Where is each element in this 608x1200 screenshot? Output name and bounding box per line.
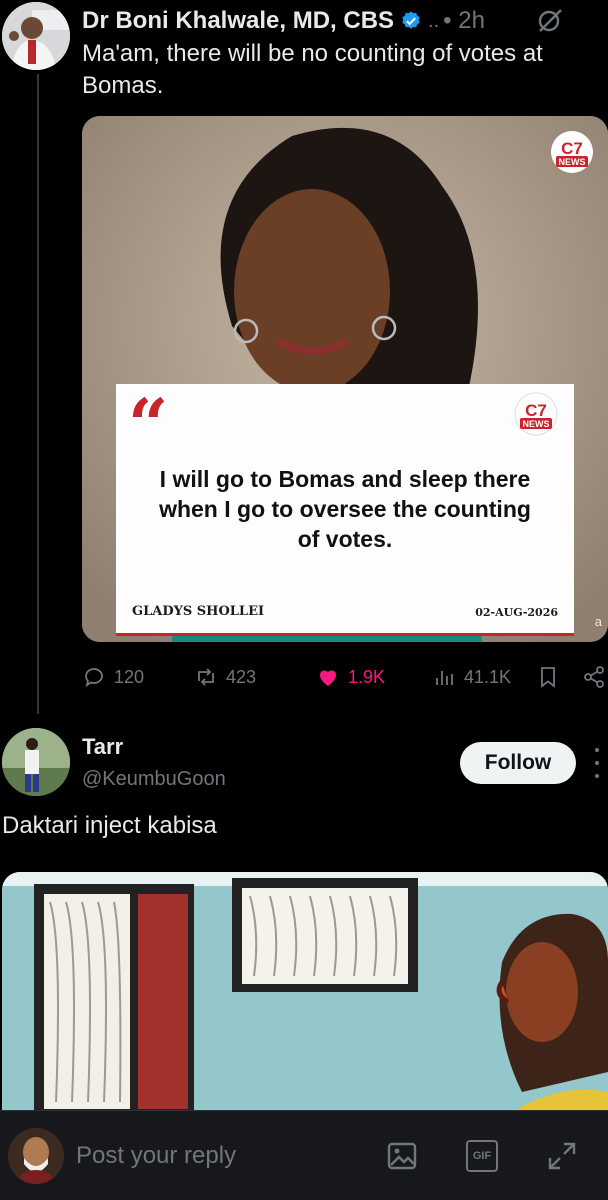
reply-author-name[interactable]: Tarr (82, 734, 123, 760)
post-header: Dr Boni Khalwale, MD, CBS .. • 2h (82, 6, 485, 36)
author-name[interactable]: Dr Boni Khalwale, MD, CBS (82, 7, 394, 35)
c7-news-logo-card: C7 NEWS (514, 392, 558, 436)
quote-author: GLADYS SHOLLEI (132, 604, 265, 619)
post-timestamp[interactable]: • 2h (443, 7, 485, 35)
repost-icon (198, 668, 214, 686)
quote-mark-icon: “ (128, 383, 169, 466)
quote-card: “ C7 NEWS I will go to Bomas and sleep t… (116, 384, 574, 636)
share-button[interactable] (582, 660, 606, 694)
bookmark-button[interactable] (536, 660, 560, 694)
like-count: 1.9K (348, 666, 386, 687)
reply-icon (85, 668, 103, 687)
current-user-avatar[interactable] (8, 1128, 64, 1184)
reply-input[interactable] (76, 1140, 356, 1172)
svg-text:NEWS: NEWS (523, 419, 550, 429)
repost-count: 423 (226, 666, 257, 687)
overflow-dots: .. (428, 9, 440, 32)
like-button[interactable]: 1.9K (316, 660, 385, 694)
quote-text: I will go to Bomas and sleep there when … (159, 466, 531, 552)
repost-button[interactable]: 423 (194, 660, 256, 694)
svg-text:NEWS: NEWS (559, 157, 586, 167)
gif-label: GIF (472, 1150, 492, 1162)
reply-button[interactable]: 120 (82, 660, 144, 694)
bookmark-icon (541, 667, 555, 688)
share-icon (584, 666, 604, 688)
c7-news-logo: C7 NEWS (550, 130, 594, 174)
grok-icon[interactable] (536, 6, 564, 34)
quote-date: 02-AUG-2026 (475, 606, 558, 619)
expand-icon[interactable] (546, 1140, 578, 1172)
reply-author-handle[interactable]: @KeumbuGoon (82, 768, 226, 791)
more-options-icon[interactable] (590, 744, 604, 782)
reply-text: Daktari inject kabisa (2, 812, 217, 839)
svg-text:C7: C7 (525, 401, 547, 420)
author-avatar[interactable] (2, 2, 70, 70)
reply-avatar-photo (2, 728, 70, 796)
post-media-image[interactable]: C7 NEWS “ C7 NEWS I will go to Bomas and… (82, 116, 608, 642)
views-count: 41.1K (464, 666, 512, 687)
post-text: Ma'am, there will be no counting of vote… (82, 40, 543, 99)
current-user-photo (8, 1128, 64, 1184)
author-avatar-photo (2, 2, 70, 70)
views-icon (436, 671, 453, 685)
post-action-bar: 120 423 1.9K 41.1K (82, 660, 608, 694)
svg-text:C7: C7 (561, 139, 583, 158)
heart-icon (320, 670, 336, 686)
thread-line (37, 74, 39, 714)
views-button[interactable]: 41.1K (432, 660, 511, 694)
gif-icon[interactable]: GIF (466, 1140, 498, 1172)
follow-button[interactable]: Follow (460, 742, 576, 784)
image-icon[interactable] (386, 1140, 418, 1172)
reply-count: 120 (114, 666, 145, 687)
verified-badge-icon (402, 11, 420, 29)
reply-avatar[interactable] (2, 728, 70, 796)
media-watermark: a (594, 614, 602, 629)
